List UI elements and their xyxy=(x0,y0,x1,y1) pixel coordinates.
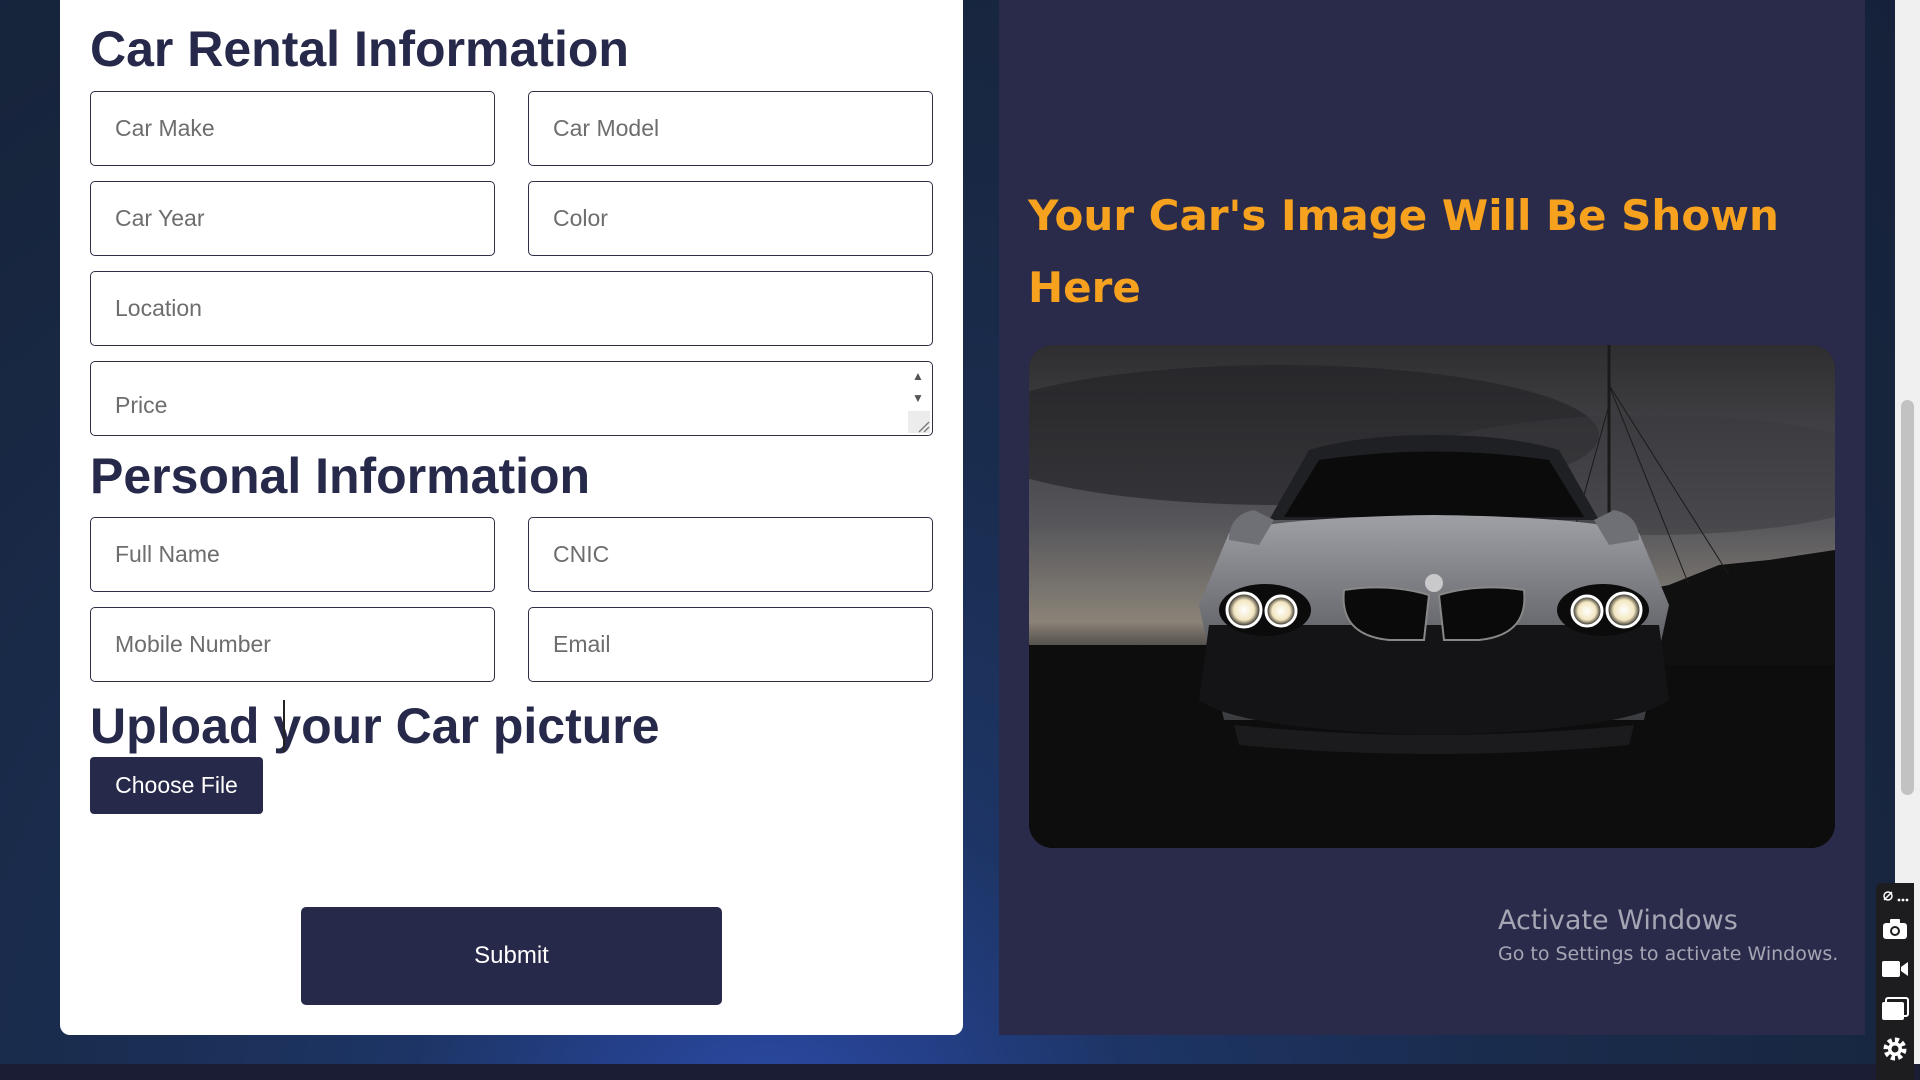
full-name-field[interactable] xyxy=(90,517,495,592)
price-field[interactable]: ▲ ▼ xyxy=(90,361,933,436)
car-year-input[interactable] xyxy=(115,182,470,255)
watermark-title: Activate Windows xyxy=(1498,905,1738,936)
mobile-field[interactable] xyxy=(90,607,495,682)
preview-heading: Your Car's Image Will Be Shown Here xyxy=(1028,191,1779,312)
mobile-input[interactable] xyxy=(115,608,470,681)
email-input[interactable] xyxy=(553,608,908,681)
color-input[interactable] xyxy=(553,182,908,255)
location-input[interactable] xyxy=(115,272,908,345)
camera-icon[interactable] xyxy=(1876,909,1914,949)
image-preview-panel: Your Car's Image Will Be Shown Here xyxy=(999,0,1865,1035)
full-name-input[interactable] xyxy=(115,518,470,591)
scrollbar-thumb[interactable] xyxy=(1901,400,1914,795)
car-model-input[interactable] xyxy=(553,92,908,165)
location-field[interactable] xyxy=(90,271,933,346)
personal-info-heading: Personal Information xyxy=(90,448,591,504)
cnic-field[interactable] xyxy=(528,517,933,592)
upload-heading: Upload your Car picture xyxy=(90,698,660,754)
submit-button[interactable]: Submit xyxy=(301,907,722,1005)
price-input[interactable] xyxy=(115,392,908,419)
rental-form: Car Rental Information ▲ ▼ Personal Info… xyxy=(60,0,963,1035)
car-make-field[interactable] xyxy=(90,91,495,166)
resize-grip-icon[interactable] xyxy=(908,411,930,433)
window-icon[interactable] xyxy=(1876,989,1914,1029)
spin-down-icon[interactable]: ▼ xyxy=(907,387,929,409)
car-rental-heading: Car Rental Information xyxy=(90,21,629,77)
video-icon[interactable] xyxy=(1876,949,1914,989)
spin-up-icon[interactable]: ▲ xyxy=(907,365,929,387)
taskbar-strip xyxy=(0,1064,1920,1080)
pin-icon[interactable] xyxy=(1882,889,1894,907)
email-field[interactable] xyxy=(528,607,933,682)
car-preview-image xyxy=(1029,345,1835,848)
choose-file-button[interactable]: Choose File xyxy=(90,757,263,814)
car-year-field[interactable] xyxy=(90,181,495,256)
watermark-subtitle: Go to Settings to activate Windows. xyxy=(1498,943,1839,965)
gear-icon[interactable] xyxy=(1876,1029,1914,1069)
car-make-input[interactable] xyxy=(115,92,470,165)
more-icon[interactable] xyxy=(1897,889,1909,907)
activate-windows-watermark: Activate Windows Go to Settings to activ… xyxy=(1498,903,1838,969)
color-field[interactable] xyxy=(528,181,933,256)
text-cursor xyxy=(283,700,285,752)
car-model-field[interactable] xyxy=(528,91,933,166)
cnic-input[interactable] xyxy=(553,518,908,591)
capture-toolbar xyxy=(1876,883,1914,1080)
